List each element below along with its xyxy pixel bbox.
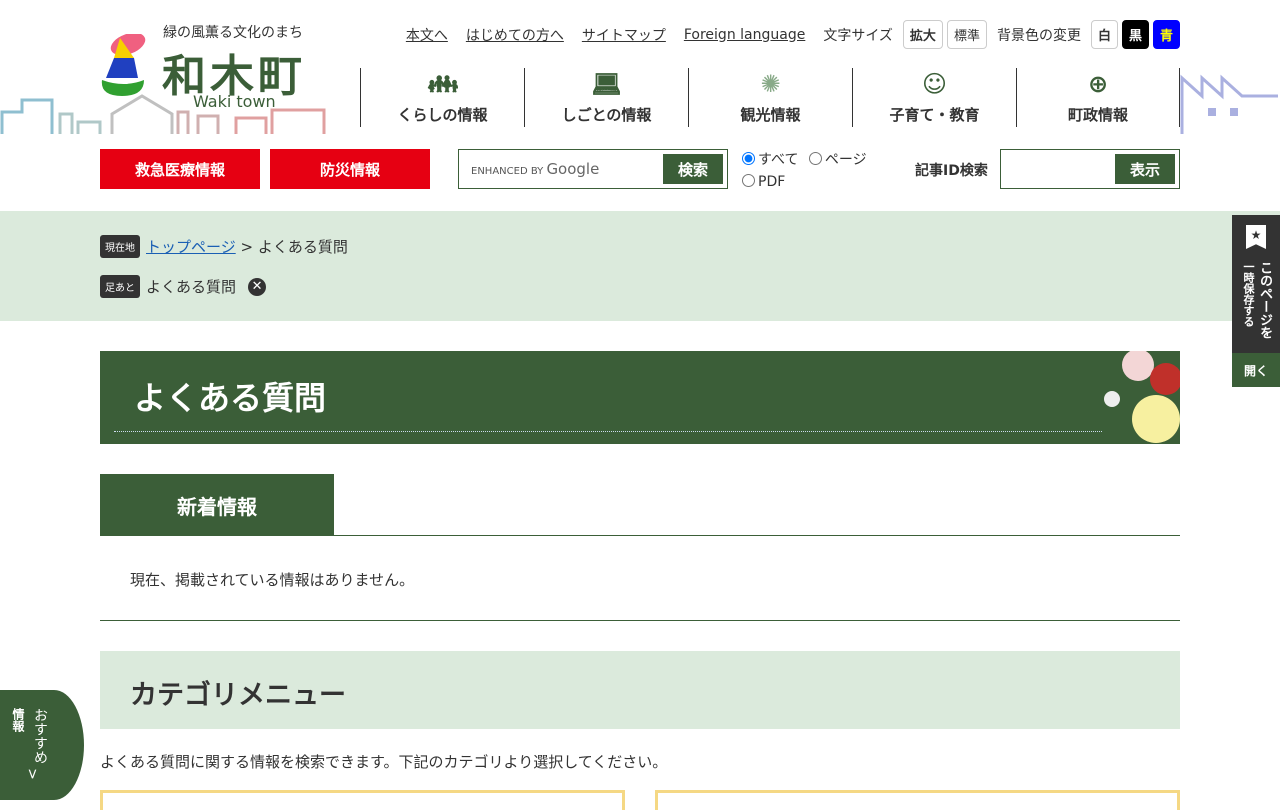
font-large-button[interactable]: 拡大 bbox=[902, 20, 943, 49]
category-menu-heading: カテゴリメニュー bbox=[100, 651, 1180, 729]
breadcrumb-home-link[interactable]: トップページ bbox=[146, 236, 236, 257]
history-item[interactable]: よくある質問 bbox=[146, 276, 236, 297]
child-icon: ☺ bbox=[921, 70, 948, 98]
utility-bar: 本文へ はじめての方へ サイトマップ Foreign language 文字サイ… bbox=[406, 20, 1180, 49]
fireworks-icon: ✺ bbox=[760, 70, 781, 98]
work-icon: 💻︎ bbox=[591, 70, 622, 98]
search-button[interactable]: 検索 bbox=[663, 154, 723, 184]
roses-decoration bbox=[1104, 351, 1180, 443]
global-nav: 👪︎ くらしの情報 💻︎ しごとの情報 ✺ 観光情報 ☺ 子育て・教育 ⊕ 町政情報 bbox=[360, 68, 1180, 127]
disaster-info-button[interactable]: 防災情報 bbox=[270, 149, 430, 189]
article-id-label: 記事ID検索 bbox=[915, 163, 988, 179]
nav-tourism[interactable]: ✺ 観光情報 bbox=[688, 68, 852, 127]
breadcrumb: 現在地 トップページ > よくある質問 bbox=[100, 235, 348, 258]
nav-work[interactable]: 💻︎ しごとの情報 bbox=[524, 68, 688, 127]
page-title: よくある質問 bbox=[134, 379, 327, 417]
font-normal-button[interactable]: 標準 bbox=[946, 20, 987, 49]
breadcrumb-area: 現在地 トップページ > よくある質問 足あと よくある質問 ✕ bbox=[0, 211, 1280, 321]
nav-government[interactable]: ⊕ 町政情報 bbox=[1016, 68, 1180, 127]
recommended-info-tab[interactable]: おすすめ 情報 > bbox=[0, 690, 84, 800]
bg-blue-button[interactable]: 青 bbox=[1152, 20, 1180, 49]
chevron-icon: > bbox=[23, 768, 40, 780]
category-box[interactable] bbox=[655, 790, 1180, 810]
nav-living[interactable]: 👪︎ くらしの情報 bbox=[360, 68, 524, 127]
foreign-language-link[interactable]: Foreign language bbox=[684, 27, 805, 43]
bg-white-button[interactable]: 白 bbox=[1090, 20, 1118, 49]
search-scope: すべて ページ PDF bbox=[742, 149, 867, 193]
scope-pdf-radio[interactable]: PDF bbox=[742, 174, 785, 190]
category-box[interactable] bbox=[100, 790, 625, 810]
first-time-link[interactable]: はじめての方へ bbox=[466, 25, 564, 45]
site-search: ENHANCED BY Google 検索 bbox=[458, 149, 728, 189]
bg-black-button[interactable]: 黒 bbox=[1121, 20, 1149, 49]
family-icon: 👪︎ bbox=[427, 70, 458, 98]
skip-to-content-link[interactable]: 本文へ bbox=[406, 25, 448, 45]
open-saved-button[interactable]: 開く bbox=[1232, 353, 1280, 387]
page-title-banner: よくある質問 bbox=[100, 351, 1180, 444]
scope-page-radio[interactable]: ページ bbox=[808, 152, 867, 168]
search-input[interactable]: ENHANCED BY Google bbox=[471, 160, 663, 178]
nav-childcare[interactable]: ☺ 子育て・教育 bbox=[852, 68, 1016, 127]
article-id-input[interactable]: 表示 bbox=[1000, 149, 1180, 189]
town-illustration-right bbox=[1180, 74, 1278, 134]
logo-mark-icon bbox=[101, 34, 146, 96]
scope-all-radio[interactable]: すべて bbox=[742, 152, 798, 168]
header: 緑の風薫る文化のまち 和木町 Waki town 本文へ はじめての方へ サイト… bbox=[0, 0, 1280, 210]
tab-news[interactable]: 新着情報 bbox=[100, 474, 334, 536]
save-page-panel[interactable]: ★ このページを 一時保存する 開く bbox=[1232, 215, 1280, 387]
bg-color-label: 背景色の変更 bbox=[996, 27, 1081, 44]
bookmark-icon: ★ bbox=[1246, 225, 1266, 249]
article-id-show-button[interactable]: 表示 bbox=[1115, 154, 1175, 184]
category-description: よくある質問に関する情報を検索できます。下記のカテゴリより選択してください。 bbox=[100, 753, 668, 771]
sitemap-link[interactable]: サイトマップ bbox=[582, 25, 666, 45]
history-trail: 足あと よくある質問 ✕ bbox=[100, 275, 267, 298]
close-icon[interactable]: ✕ bbox=[248, 277, 267, 296]
town-emblem-icon: ⊕ bbox=[1087, 70, 1109, 98]
no-info-text: 現在、掲載されている情報はありません。 bbox=[130, 571, 415, 589]
font-size-label: 文字サイズ bbox=[823, 27, 893, 44]
emergency-medical-button[interactable]: 救急医療情報 bbox=[100, 149, 260, 189]
